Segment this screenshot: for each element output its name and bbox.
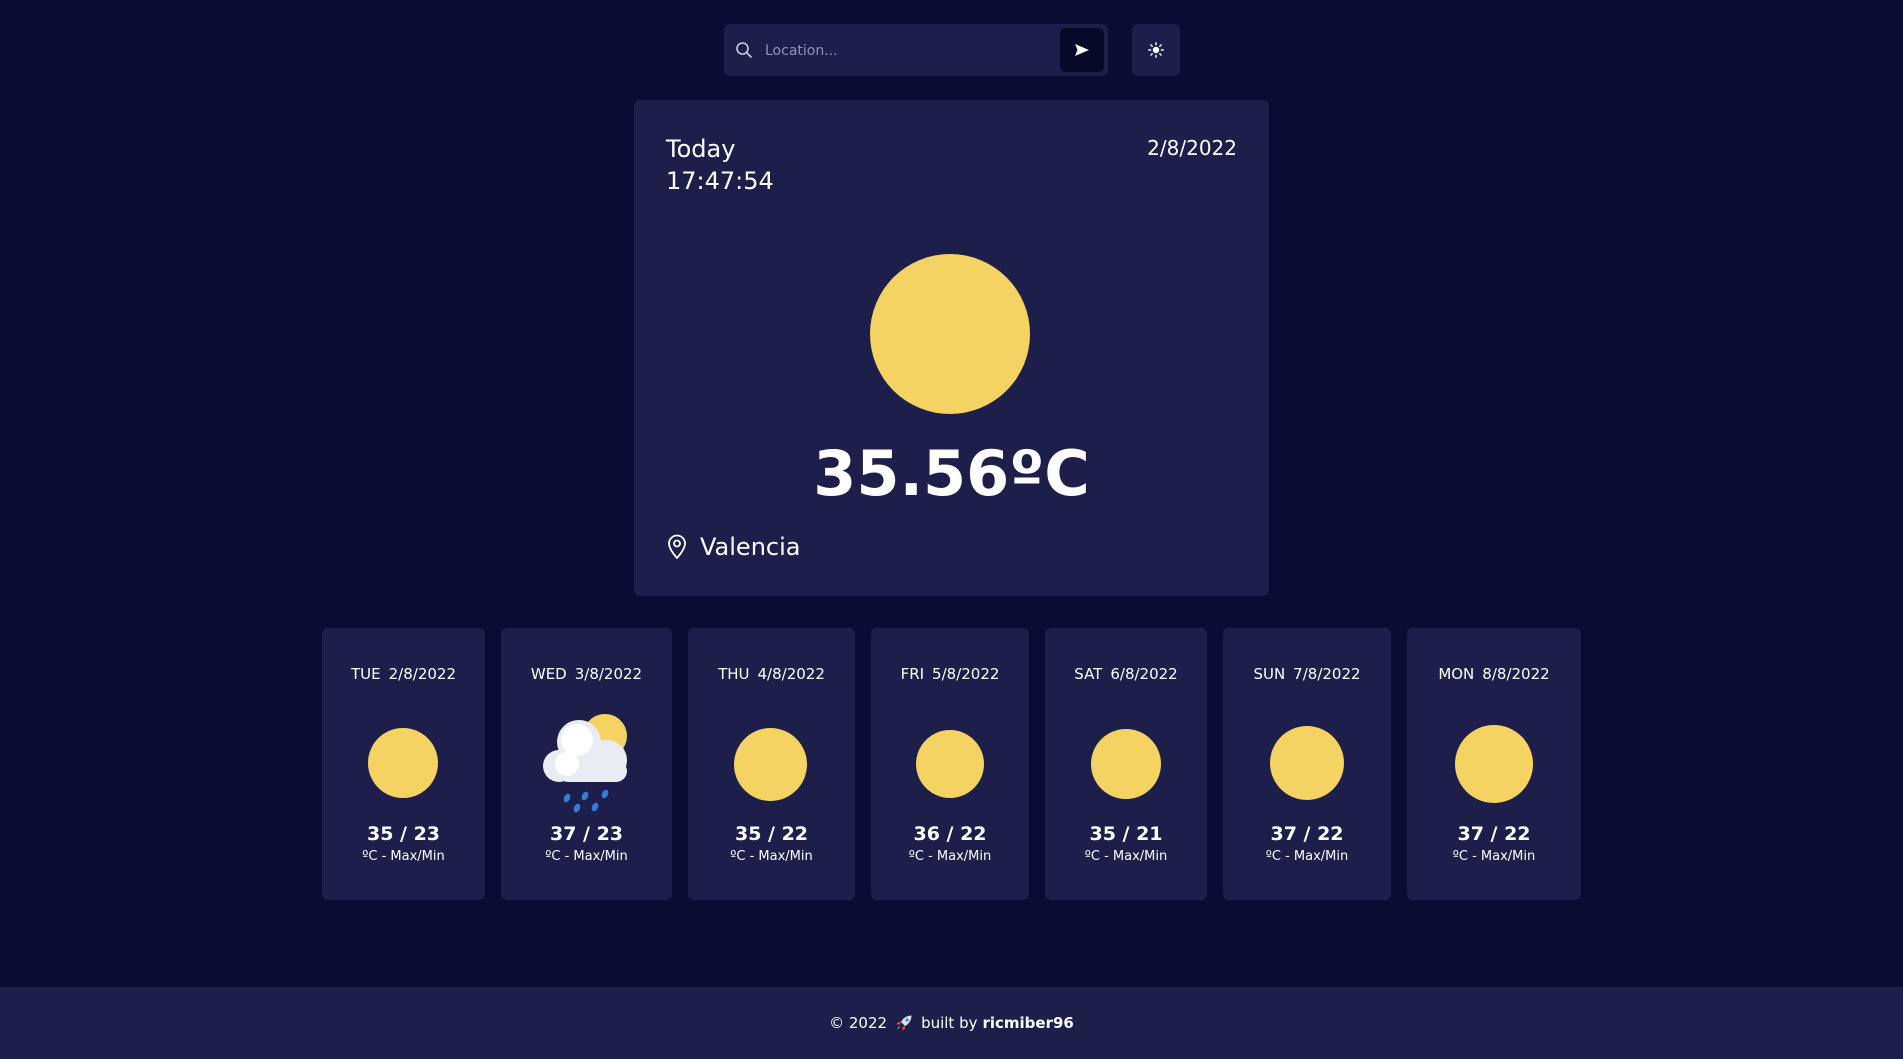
forecast-temps: 35 / 23 <box>366 823 441 845</box>
current-time: 17:47:54 <box>666 167 774 195</box>
forecast-date-value: 6/8/2022 <box>1110 665 1178 683</box>
forecast-date: SAT 6/8/2022 <box>1045 664 1207 684</box>
footer-copyright: © 2022 <box>829 1014 888 1032</box>
current-date: 2/8/2022 <box>1147 136 1237 160</box>
rocket-icon <box>896 1015 912 1031</box>
forecast-card-wed: WED 3/8/2022 37 / 23 ºC - Max/Min <box>501 628 672 900</box>
forecast-day: TUE <box>351 665 381 683</box>
forecast-date-value: 2/8/2022 <box>388 665 456 683</box>
forecast-unit: ºC - Max/Min <box>362 849 445 864</box>
forecast-unit: ºC - Max/Min <box>908 849 992 864</box>
location-pin-icon <box>668 534 686 559</box>
forecast-date: FRI 5/8/2022 <box>871 664 1029 684</box>
forecast-date-value: 8/8/2022 <box>1482 665 1550 683</box>
forecast-unit: ºC - Max/Min <box>545 849 628 864</box>
forecast-temps: 35 / 21 <box>1089 823 1163 845</box>
forecast-card-sat: SAT 6/8/2022 35 / 21 ºC - Max/Min <box>1045 628 1207 900</box>
forecast-temps: 36 / 22 <box>913 823 987 845</box>
footer-author-link[interactable]: ricmiber96 <box>982 1014 1073 1032</box>
forecast-date: WED 3/8/2022 <box>501 664 672 684</box>
sun-icon <box>1270 726 1344 800</box>
sun-icon <box>734 728 807 801</box>
forecast-date-value: 7/8/2022 <box>1293 665 1361 683</box>
today-label: Today <box>666 135 736 163</box>
forecast-temps: 37 / 22 <box>1457 823 1531 845</box>
sun-icon <box>1091 729 1161 799</box>
forecast-unit: ºC - Max/Min <box>1265 849 1349 864</box>
rain-cloud-sun-icon <box>543 714 627 813</box>
sun-toggle-icon <box>1148 42 1164 58</box>
forecast-card-mon: MON 8/8/2022 37 / 22 ºC - Max/Min <box>1407 628 1581 900</box>
forecast-day: FRI <box>900 665 925 683</box>
send-icon <box>1075 44 1089 56</box>
forecast-day: SUN <box>1253 665 1286 683</box>
forecast-day: THU <box>718 665 750 683</box>
current-weather-card: Today 17:47:54 2/8/2022 35.56ºC Valencia <box>634 100 1269 596</box>
forecast-date: TUE 2/8/2022 <box>322 664 485 684</box>
sun-icon <box>870 254 1030 414</box>
theme-toggle-button[interactable] <box>1132 24 1180 76</box>
search-input[interactable] <box>763 34 1057 68</box>
forecast-day: WED <box>530 665 567 683</box>
footer: © 2022 built by ricmiber96 <box>0 987 1903 1059</box>
forecast-date-value: 3/8/2022 <box>574 665 643 683</box>
location-name: Valencia <box>700 533 801 561</box>
forecast-date: SUN 7/8/2022 <box>1223 664 1391 684</box>
forecast-card-thu: THU 4/8/2022 35 / 22 ºC - Max/Min <box>688 628 855 900</box>
location-row: Valencia <box>666 532 800 562</box>
send-button[interactable] <box>1060 28 1104 72</box>
search-box <box>724 24 1108 76</box>
forecast-date-value: 4/8/2022 <box>757 665 825 683</box>
forecast-unit: ºC - Max/Min <box>1452 849 1536 864</box>
forecast-card-tue: TUE 2/8/2022 35 / 23 ºC - Max/Min <box>322 628 485 900</box>
forecast-date: THU 4/8/2022 <box>688 664 855 684</box>
forecast-temps: 35 / 22 <box>734 823 809 845</box>
sun-icon <box>368 728 438 798</box>
footer-built-by: built by <box>921 1014 978 1032</box>
sun-icon <box>1455 725 1533 803</box>
forecast-temps: 37 / 22 <box>1270 823 1344 845</box>
forecast-day: MON <box>1438 665 1475 683</box>
forecast-date: MON 8/8/2022 <box>1407 664 1581 684</box>
current-temperature: 35.56ºC <box>813 437 1090 510</box>
forecast-unit: ºC - Max/Min <box>730 849 813 864</box>
forecast-day: SAT <box>1074 665 1103 683</box>
search-icon <box>736 42 752 58</box>
forecast-temps: 37 / 23 <box>549 823 624 845</box>
sun-icon <box>916 730 984 798</box>
forecast-date-value: 5/8/2022 <box>932 665 1000 683</box>
forecast-unit: ºC - Max/Min <box>1084 849 1168 864</box>
forecast-card-fri: FRI 5/8/2022 36 / 22 ºC - Max/Min <box>871 628 1029 900</box>
forecast-card-sun: SUN 7/8/2022 37 / 22 ºC - Max/Min <box>1223 628 1391 900</box>
